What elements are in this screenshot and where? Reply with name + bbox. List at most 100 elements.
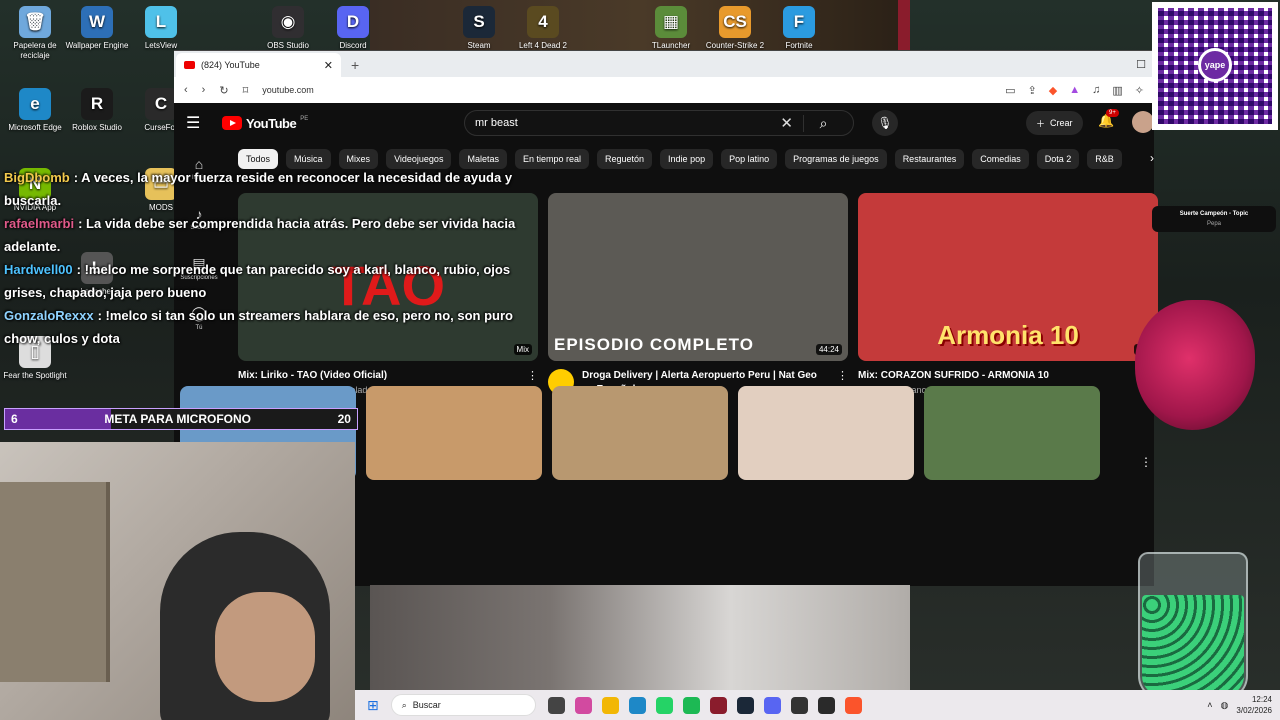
short-thumbnail[interactable] [552, 386, 728, 480]
microphone-icon[interactable]: 🎙 [872, 110, 898, 136]
taskbar-app-icon[interactable] [547, 696, 565, 714]
filter-chip[interactable]: Indie pop [660, 149, 714, 169]
desktop-icon[interactable]: W Wallpaper Engine [62, 6, 132, 51]
rewards-icon[interactable]: ▲ [1069, 84, 1080, 97]
taskbar-app-icon[interactable] [655, 696, 673, 714]
screen-icon[interactable]: ▭ [1005, 84, 1015, 97]
app-icon: C [145, 88, 177, 120]
notifications-bell-icon[interactable]: 🔔 9+ [1098, 109, 1119, 129]
duration-badge: 44:24 [815, 344, 842, 355]
maximize-icon[interactable]: ☐ [1128, 58, 1154, 77]
desktop-icon[interactable]: R Roblox Studio [62, 88, 132, 133]
desktop-icon[interactable]: F Fortnite [764, 6, 834, 51]
youtube-play-icon [222, 116, 242, 130]
video-card[interactable]: Armonia 10Mix Mix: CORAZON SUFRIDO - ARMO… [858, 193, 1158, 397]
short-thumbnail[interactable] [366, 386, 542, 480]
bookmark-icon[interactable]: ⌑ [243, 84, 249, 97]
reload-icon[interactable]: ↻ [219, 84, 228, 97]
chat-username: rafaelmarbi [4, 216, 75, 231]
clock-date: 3/02/2026 [1236, 706, 1272, 715]
short-thumbnail[interactable] [738, 386, 914, 480]
desktop-wallpaper-accent [898, 0, 910, 50]
desktop-icon[interactable]: L LetsView [126, 6, 196, 51]
chat-text: : A veces, la mayor fuerza reside en rec… [4, 170, 513, 208]
tab-youtube[interactable]: (824) YouTube ✕ [176, 53, 341, 77]
taskbar-app-icon[interactable] [709, 696, 727, 714]
desktop-icon[interactable]: 🗑 Papelera de reciclaje [0, 6, 70, 61]
desktop-icon[interactable]: e Microsoft Edge [0, 88, 70, 133]
tab-close-icon[interactable]: ✕ [324, 59, 333, 72]
filter-chip[interactable]: Reguetón [597, 149, 653, 169]
taskbar-app-icon[interactable] [790, 696, 808, 714]
chevron-right-icon[interactable]: › [1150, 151, 1154, 165]
search-icon[interactable]: ⌕ [803, 114, 843, 132]
filter-chip[interactable]: Restaurantes [894, 149, 965, 169]
desktop-icon[interactable]: ▦ TLauncher [636, 6, 706, 51]
create-button[interactable]: ＋ Crear [1026, 111, 1083, 135]
filter-chip[interactable]: En tiempo real [514, 149, 589, 169]
taskbar-app-icon[interactable] [763, 696, 781, 714]
taskbar-app-icon[interactable] [736, 696, 754, 714]
address-tools: ▭ ⇪ ◆ ▲ ♫ ▥ ✧ [1005, 84, 1144, 97]
filter-chip[interactable]: Comedias [972, 149, 1029, 169]
search-input[interactable]: mr beast [475, 117, 518, 129]
taskbar-app-icon[interactable] [574, 696, 592, 714]
forward-icon[interactable]: › [202, 84, 206, 96]
chat-message: BigDbomb: A veces, la mayor fuerza resid… [4, 166, 524, 212]
avatar[interactable] [1132, 111, 1154, 133]
taskbar-app-icon[interactable] [844, 696, 862, 714]
clock[interactable]: 12:24 3/02/2026 [1236, 694, 1272, 716]
taskbar-app-icon[interactable] [628, 696, 646, 714]
desktop-icon[interactable]: ◉ OBS Studio [253, 6, 323, 51]
video-thumbnail[interactable]: EPISODIO COMPLETO 44:24 [548, 193, 848, 361]
video-thumbnail[interactable]: Armonia 10Mix [858, 193, 1158, 361]
video-title[interactable]: Mix: CORAZON SUFRIDO - ARMONIA 10 [858, 369, 1086, 383]
song-title: Suerte Campeón - Topic [1179, 211, 1249, 217]
app-icon: ▦ [655, 6, 687, 38]
brave-shield-icon[interactable]: ◆ [1049, 84, 1057, 97]
menu-icon[interactable]: ☰ [186, 113, 214, 133]
filter-chip[interactable]: Pop latino [721, 149, 778, 169]
clear-search-icon[interactable]: ✕ [780, 114, 793, 132]
taskbar-app-icon[interactable] [817, 696, 835, 714]
thumbnail-text: EPISODIO COMPLETO [554, 335, 754, 354]
network-icon[interactable]: ◍ [1221, 700, 1229, 711]
sidebar-toggle-icon[interactable]: ▥ [1112, 84, 1122, 97]
desktop-icon-label: LetsView [144, 41, 178, 50]
taskbar-app-icon[interactable] [601, 696, 619, 714]
new-tab-button[interactable]: + [341, 57, 369, 77]
search-icon: ⌕ [401, 699, 407, 710]
filter-chip[interactable]: Dota 2 [1036, 149, 1080, 169]
app-icon: 4 [527, 6, 559, 38]
url-field[interactable]: youtube.com [262, 85, 314, 95]
desktop-icon[interactable]: 4 Left 4 Dead 2 [508, 6, 578, 51]
more-options-icon[interactable]: ⋮ [1140, 455, 1152, 469]
app-icon: 🗑 [19, 6, 51, 38]
taskbar-search-input[interactable]: Buscar [413, 700, 441, 710]
windows-start-icon[interactable]: ⊞ [367, 697, 379, 714]
system-tray: ˄ ◍ 12:24 3/02/2026 [1207, 694, 1280, 716]
desktop-icon[interactable]: CS Counter-Strike 2 [700, 6, 770, 51]
taskbar-app-icon[interactable] [682, 696, 700, 714]
chat-text: : !melco me sorprende que tan parecido s… [4, 262, 511, 300]
goal-label: META PARA MICROFONO [104, 412, 251, 426]
extensions-icon[interactable]: ✧ [1135, 84, 1144, 97]
filter-chip[interactable]: Programas de juegos [785, 149, 887, 169]
desktop-icon[interactable]: S Steam [444, 6, 514, 51]
song-artist: Pepa [1206, 221, 1221, 227]
desktop-icon[interactable]: D Discord [318, 6, 388, 51]
video-title[interactable]: Mix: Liriko - TAO (Video Oficial) [238, 369, 485, 383]
short-thumbnail[interactable] [924, 386, 1100, 480]
taskbar-search[interactable]: ⌕ Buscar [390, 694, 536, 716]
app-icon: R [81, 88, 113, 120]
youtube-logo[interactable]: YouTube PE [222, 116, 308, 131]
music-icon[interactable]: ♫ [1092, 84, 1100, 97]
webcam-feed [0, 442, 355, 720]
app-icon: F [783, 6, 815, 38]
create-label: Crear [1050, 118, 1073, 128]
search-box[interactable]: mr beast ✕ ⌕ [464, 110, 854, 136]
share-icon[interactable]: ⇪ [1028, 84, 1037, 97]
back-icon[interactable]: ‹ [184, 84, 188, 96]
chevron-up-icon[interactable]: ˄ [1207, 700, 1212, 710]
filter-chip[interactable]: R&B [1087, 149, 1122, 169]
